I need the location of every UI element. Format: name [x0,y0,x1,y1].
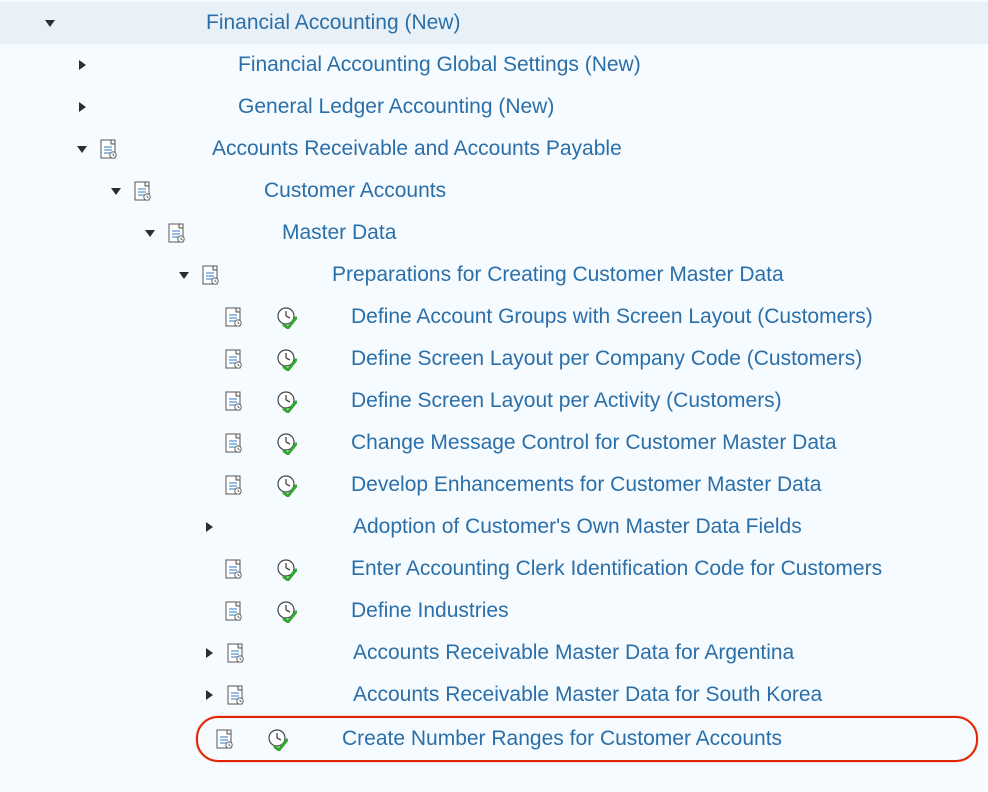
tree-label[interactable]: Financial Accounting (New) [206,11,460,35]
document-icon [223,390,245,412]
tree-label[interactable]: Adoption of Customer's Own Master Data F… [353,515,802,539]
execute-clock-icon[interactable] [275,474,297,496]
tree-label[interactable]: Enter Accounting Clerk Identification Co… [351,557,882,581]
execute-clock-icon[interactable] [275,432,297,454]
document-icon [98,138,120,160]
tree-label[interactable]: Accounts Receivable Master Data for Arge… [353,641,794,665]
tree-node-master-data[interactable]: Master Data [0,212,988,254]
document-icon [223,474,245,496]
execute-clock-icon[interactable] [266,728,288,750]
execute-clock-icon[interactable] [275,390,297,412]
expand-toggle-icon[interactable] [176,267,192,283]
document-icon [200,264,222,286]
tree-label[interactable]: Financial Accounting Global Settings (Ne… [238,53,641,77]
document-icon [214,728,236,750]
document-icon [225,684,247,706]
tree-leaf[interactable]: Define Industries [0,590,988,632]
expand-toggle-icon[interactable] [74,141,90,157]
document-icon [223,348,245,370]
document-icon [166,222,188,244]
tree-leaf[interactable]: Adoption of Customer's Own Master Data F… [0,506,988,548]
tree-label[interactable]: Define Screen Layout per Company Code (C… [351,347,862,371]
execute-clock-icon[interactable] [275,558,297,580]
tree-leaf[interactable]: Enter Accounting Clerk Identification Co… [0,548,988,590]
tree-label[interactable]: General Ledger Accounting (New) [238,95,554,119]
tree-label[interactable]: Define Industries [351,599,509,623]
tree-node-fags[interactable]: Financial Accounting Global Settings (Ne… [0,44,988,86]
tree-label[interactable]: Create Number Ranges for Customer Accoun… [342,727,782,751]
tree-label[interactable]: Change Message Control for Customer Mast… [351,431,837,455]
tree-leaf[interactable]: Accounts Receivable Master Data for Arge… [0,632,988,674]
expand-toggle-icon[interactable] [74,99,90,115]
expand-toggle-icon[interactable] [201,519,217,535]
tree-leaf[interactable]: Accounts Receivable Master Data for Sout… [0,674,988,716]
tree-node-gla[interactable]: General Ledger Accounting (New) [0,86,988,128]
document-icon [225,642,247,664]
tree-leaf[interactable]: Define Screen Layout per Activity (Custo… [0,380,988,422]
tree-leaf-highlighted[interactable]: Create Number Ranges for Customer Accoun… [196,716,978,762]
document-icon [223,600,245,622]
tree-leaf[interactable]: Define Screen Layout per Company Code (C… [0,338,988,380]
tree-node-preparations[interactable]: Preparations for Creating Customer Maste… [0,254,988,296]
document-icon [132,180,154,202]
expand-toggle-icon[interactable] [74,57,90,73]
tree-label[interactable]: Accounts Receivable and Accounts Payable [212,137,622,161]
tree-label[interactable]: Master Data [282,221,396,245]
expand-toggle-icon[interactable] [201,645,217,661]
document-icon [223,558,245,580]
expand-toggle-icon[interactable] [142,225,158,241]
tree-leaf[interactable]: Define Account Groups with Screen Layout… [0,296,988,338]
execute-clock-icon[interactable] [275,600,297,622]
tree-leaf[interactable]: Develop Enhancements for Customer Master… [0,464,988,506]
execute-clock-icon[interactable] [275,348,297,370]
tree-node-financial-accounting[interactable]: Financial Accounting (New) [0,2,988,44]
tree-node-customer-accounts[interactable]: Customer Accounts [0,170,988,212]
tree-node-arap[interactable]: Accounts Receivable and Accounts Payable [0,128,988,170]
expand-toggle-icon[interactable] [201,687,217,703]
document-icon [223,432,245,454]
document-icon [223,306,245,328]
tree-label[interactable]: Define Account Groups with Screen Layout… [351,305,873,329]
expand-toggle-icon[interactable] [42,15,58,31]
img-tree: Financial Accounting (New) Financial Acc… [0,0,988,792]
execute-clock-icon[interactable] [275,306,297,328]
tree-label[interactable]: Develop Enhancements for Customer Master… [351,473,821,497]
tree-label[interactable]: Accounts Receivable Master Data for Sout… [353,683,822,707]
tree-label[interactable]: Define Screen Layout per Activity (Custo… [351,389,782,413]
tree-label[interactable]: Customer Accounts [264,179,446,203]
expand-toggle-icon[interactable] [108,183,124,199]
tree-leaf[interactable]: Change Message Control for Customer Mast… [0,422,988,464]
tree-label[interactable]: Preparations for Creating Customer Maste… [332,263,784,287]
